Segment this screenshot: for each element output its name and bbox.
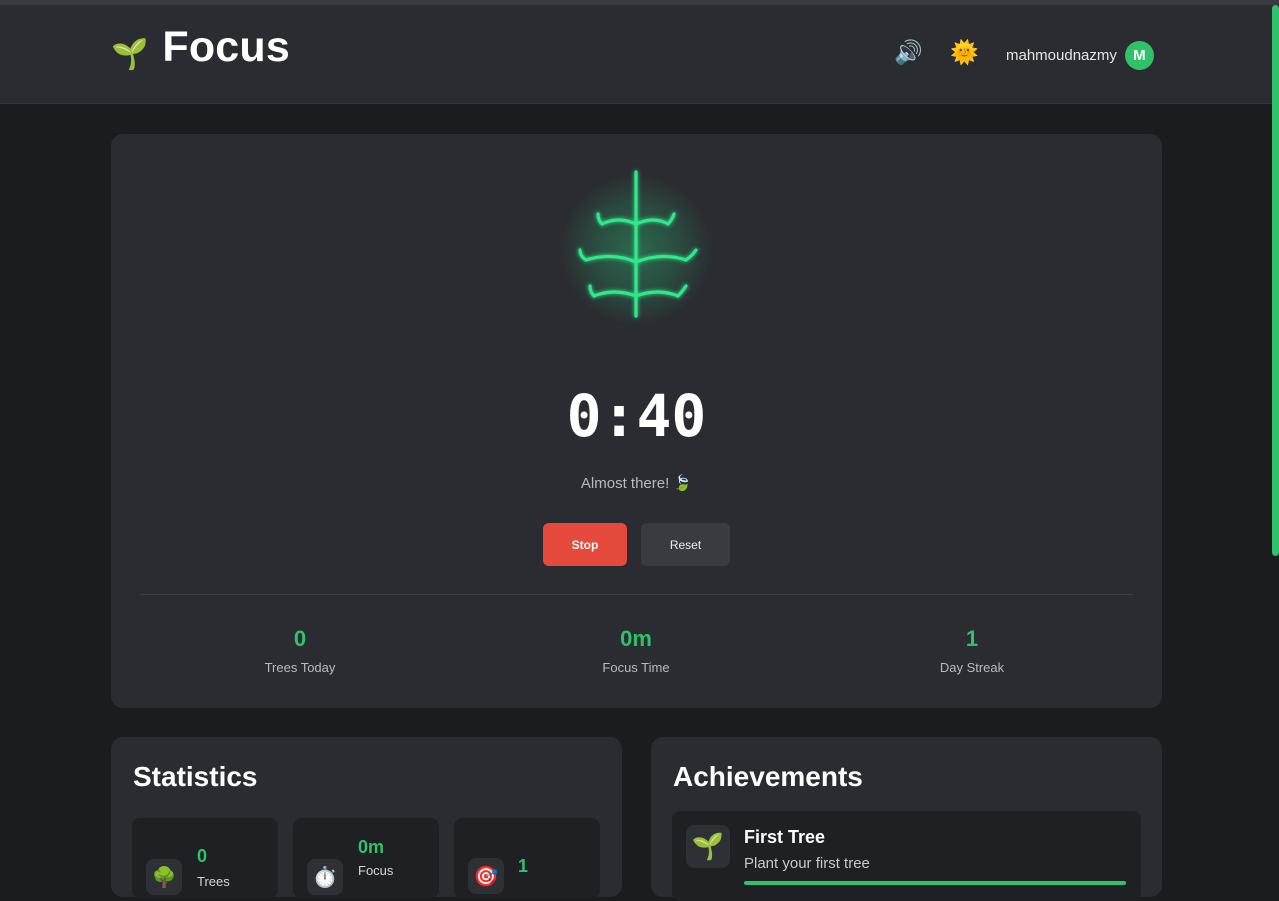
statistics-panel: Statistics 🌳 0 Trees ⏱️ 0m Focus 🎯 1 bbox=[111, 737, 622, 898]
sound-toggle-icon[interactable]: 🔊 bbox=[894, 39, 923, 66]
statistics-title: Statistics bbox=[133, 761, 258, 792]
stat-card-focus: ⏱️ 0m Focus bbox=[293, 818, 439, 898]
timer-display: 0:40 bbox=[566, 382, 707, 450]
seedling-icon: 🌱 bbox=[111, 38, 149, 71]
stat-value: 0 bbox=[293, 626, 307, 651]
stop-button[interactable]: Stop bbox=[543, 523, 627, 566]
stat-label: Focus Time bbox=[602, 660, 670, 675]
achievement-progress-fill bbox=[744, 881, 1126, 885]
achievements-title: Achievements bbox=[673, 761, 863, 792]
stat-label: Trees Today bbox=[264, 660, 336, 675]
tree-icon: 🌳 bbox=[146, 859, 182, 895]
stat-focus-time: 0m Focus Time bbox=[536, 626, 736, 675]
motivation-text: Almost there! 🍃 bbox=[580, 475, 693, 492]
stat-day-streak: 1 Day Streak bbox=[872, 626, 1072, 675]
stat-value: 0m bbox=[620, 626, 652, 651]
stat-card-label: Trees bbox=[197, 874, 230, 889]
achievement-item: 🌱 First Tree Plant your first tree bbox=[672, 811, 1141, 901]
app-header: 🌱 Focus 🔊 🌞 mahmoudnazmy M bbox=[0, 5, 1279, 104]
stat-card-value: 0m bbox=[358, 837, 385, 857]
achievement-progress bbox=[744, 881, 1126, 885]
stat-card-label: Focus bbox=[358, 863, 394, 878]
target-icon: 🎯 bbox=[468, 858, 504, 894]
stat-card-value: 1 bbox=[518, 856, 529, 876]
app-title: Focus bbox=[162, 23, 290, 71]
stat-trees-today: 0 Trees Today bbox=[200, 626, 400, 675]
timer-card: 0:40 Almost there! 🍃 Stop Reset 0 Trees … bbox=[111, 134, 1162, 708]
stat-value: 1 bbox=[965, 626, 979, 651]
achievement-description: Plant your first tree bbox=[744, 855, 870, 872]
scrollbar-thumb[interactable] bbox=[1272, 5, 1279, 556]
achievement-title: First Tree bbox=[744, 827, 826, 847]
stat-label: Day Streak bbox=[939, 660, 1005, 675]
achievements-panel: Achievements 🌱 First Tree Plant your fir… bbox=[651, 737, 1162, 901]
username: mahmoudnazmy bbox=[1006, 47, 1117, 64]
brand: 🌱 Focus bbox=[111, 23, 290, 72]
avatar[interactable]: M bbox=[1124, 41, 1154, 70]
stat-card-value: 0 bbox=[197, 846, 208, 866]
stat-card-trees: 🌳 0 Trees bbox=[132, 818, 278, 898]
stat-card-streak: 🎯 1 bbox=[454, 818, 600, 898]
growing-tree bbox=[558, 166, 714, 326]
sapling-icon bbox=[578, 170, 698, 318]
seedling-icon: 🌱 bbox=[686, 825, 730, 868]
divider bbox=[140, 594, 1133, 595]
stopwatch-icon: ⏱️ bbox=[307, 859, 343, 895]
theme-toggle-icon[interactable]: 🌞 bbox=[950, 39, 979, 66]
user-menu[interactable]: mahmoudnazmy M bbox=[1006, 41, 1154, 70]
reset-button[interactable]: Reset bbox=[641, 523, 730, 566]
